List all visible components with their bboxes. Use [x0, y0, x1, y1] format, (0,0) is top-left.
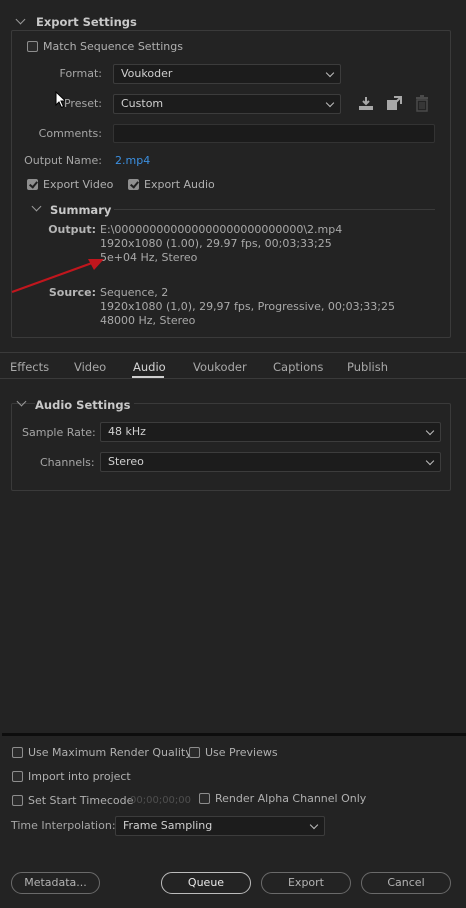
preset-label: Preset: — [63, 97, 102, 110]
export-settings-title: Export Settings — [36, 15, 137, 29]
summary-divider — [114, 209, 435, 210]
use-previews-label: Use Previews — [205, 746, 278, 759]
chevron-down-icon[interactable] — [15, 14, 26, 25]
render-alpha-checkbox[interactable] — [199, 793, 210, 804]
chevron-down-icon — [325, 98, 335, 108]
sample-rate-label: Sample Rate: — [22, 426, 96, 439]
tabs-top-divider — [0, 352, 466, 353]
set-start-timecode-label: Set Start Timecode — [28, 794, 134, 807]
tab-voukoder[interactable]: Voukoder — [193, 360, 247, 374]
render-alpha-label: Render Alpha Channel Only — [215, 792, 367, 805]
chevron-down-icon — [425, 456, 435, 466]
max-render-quality-checkbox[interactable] — [12, 747, 23, 758]
chevron-down-icon — [325, 68, 335, 78]
time-interpolation-select[interactable]: Frame Sampling — [115, 816, 325, 836]
import-into-project-checkbox[interactable] — [12, 771, 23, 782]
channels-label: Channels: — [40, 456, 95, 469]
output-summary-line: 1920x1080 (1.00), 29.97 fps, 00;03;33;25 — [100, 237, 332, 250]
source-summary-label: Source: — [48, 286, 96, 299]
format-value: Voukoder — [121, 67, 173, 80]
import-preset-icon[interactable] — [385, 96, 403, 111]
format-select[interactable]: Voukoder — [113, 64, 341, 84]
import-into-project-label: Import into project — [28, 770, 131, 783]
tab-effects[interactable]: Effects — [10, 360, 49, 374]
audio-settings-panel — [11, 403, 451, 491]
summary-title: Summary — [50, 203, 112, 217]
audio-settings-title: Audio Settings — [35, 398, 135, 412]
output-name-link[interactable]: 2.mp4 — [115, 154, 150, 167]
max-render-quality-label: Use Maximum Render Quality — [28, 746, 192, 759]
export-audio-checkbox[interactable] — [128, 179, 139, 190]
tab-audio[interactable]: Audio — [133, 360, 166, 374]
use-previews-checkbox[interactable] — [189, 747, 200, 758]
export-button[interactable]: Export — [261, 872, 351, 894]
format-label: Format: — [59, 67, 102, 80]
set-start-timecode-checkbox[interactable] — [12, 795, 23, 806]
channels-value: Stereo — [108, 455, 144, 468]
tab-captions[interactable]: Captions — [273, 360, 323, 374]
metadata-button[interactable]: Metadata... — [11, 872, 100, 894]
comments-input[interactable] — [113, 124, 435, 143]
delete-preset-icon[interactable] — [415, 95, 429, 112]
output-summary-line: 5e+04 Hz, Stereo — [100, 251, 198, 264]
source-summary-line: 48000 Hz, Stereo — [100, 314, 196, 327]
cancel-button[interactable]: Cancel — [361, 872, 451, 894]
time-interpolation-value: Frame Sampling — [123, 819, 213, 832]
start-timecode-field: 00;00;00;00 — [130, 795, 192, 806]
chevron-down-icon — [309, 820, 319, 830]
channels-select[interactable]: Stereo — [100, 452, 441, 472]
preset-select[interactable]: Custom — [113, 94, 341, 114]
output-summary-line: E:\000000000000000000000000000\2.mp4 — [100, 223, 343, 236]
preset-value: Custom — [121, 97, 164, 110]
match-sequence-label: Match Sequence Settings — [43, 40, 183, 53]
output-summary-label: Output: — [48, 223, 96, 236]
tabs-bottom-divider — [0, 378, 466, 379]
comments-label: Comments: — [38, 127, 102, 140]
queue-button[interactable]: Queue — [161, 872, 251, 894]
source-summary-line: 1920x1080 (1,0), 29,97 fps, Progressive,… — [100, 300, 396, 313]
export-video-label: Export Video — [43, 178, 114, 191]
export-video-checkbox[interactable] — [27, 179, 38, 190]
sample-rate-select[interactable]: 48 kHz — [100, 422, 441, 442]
time-interpolation-label: Time Interpolation: — [11, 819, 116, 832]
save-preset-icon[interactable] — [358, 96, 374, 111]
output-name-label: Output Name: — [24, 154, 102, 167]
chevron-down-icon — [425, 426, 435, 436]
bottom-divider — [2, 733, 466, 736]
sample-rate-value: 48 kHz — [108, 425, 146, 438]
tab-video[interactable]: Video — [74, 360, 106, 374]
export-audio-label: Export Audio — [144, 178, 215, 191]
tab-publish[interactable]: Publish — [347, 360, 388, 374]
source-summary-line: Sequence, 2 — [100, 286, 169, 299]
match-sequence-checkbox[interactable] — [27, 41, 38, 52]
